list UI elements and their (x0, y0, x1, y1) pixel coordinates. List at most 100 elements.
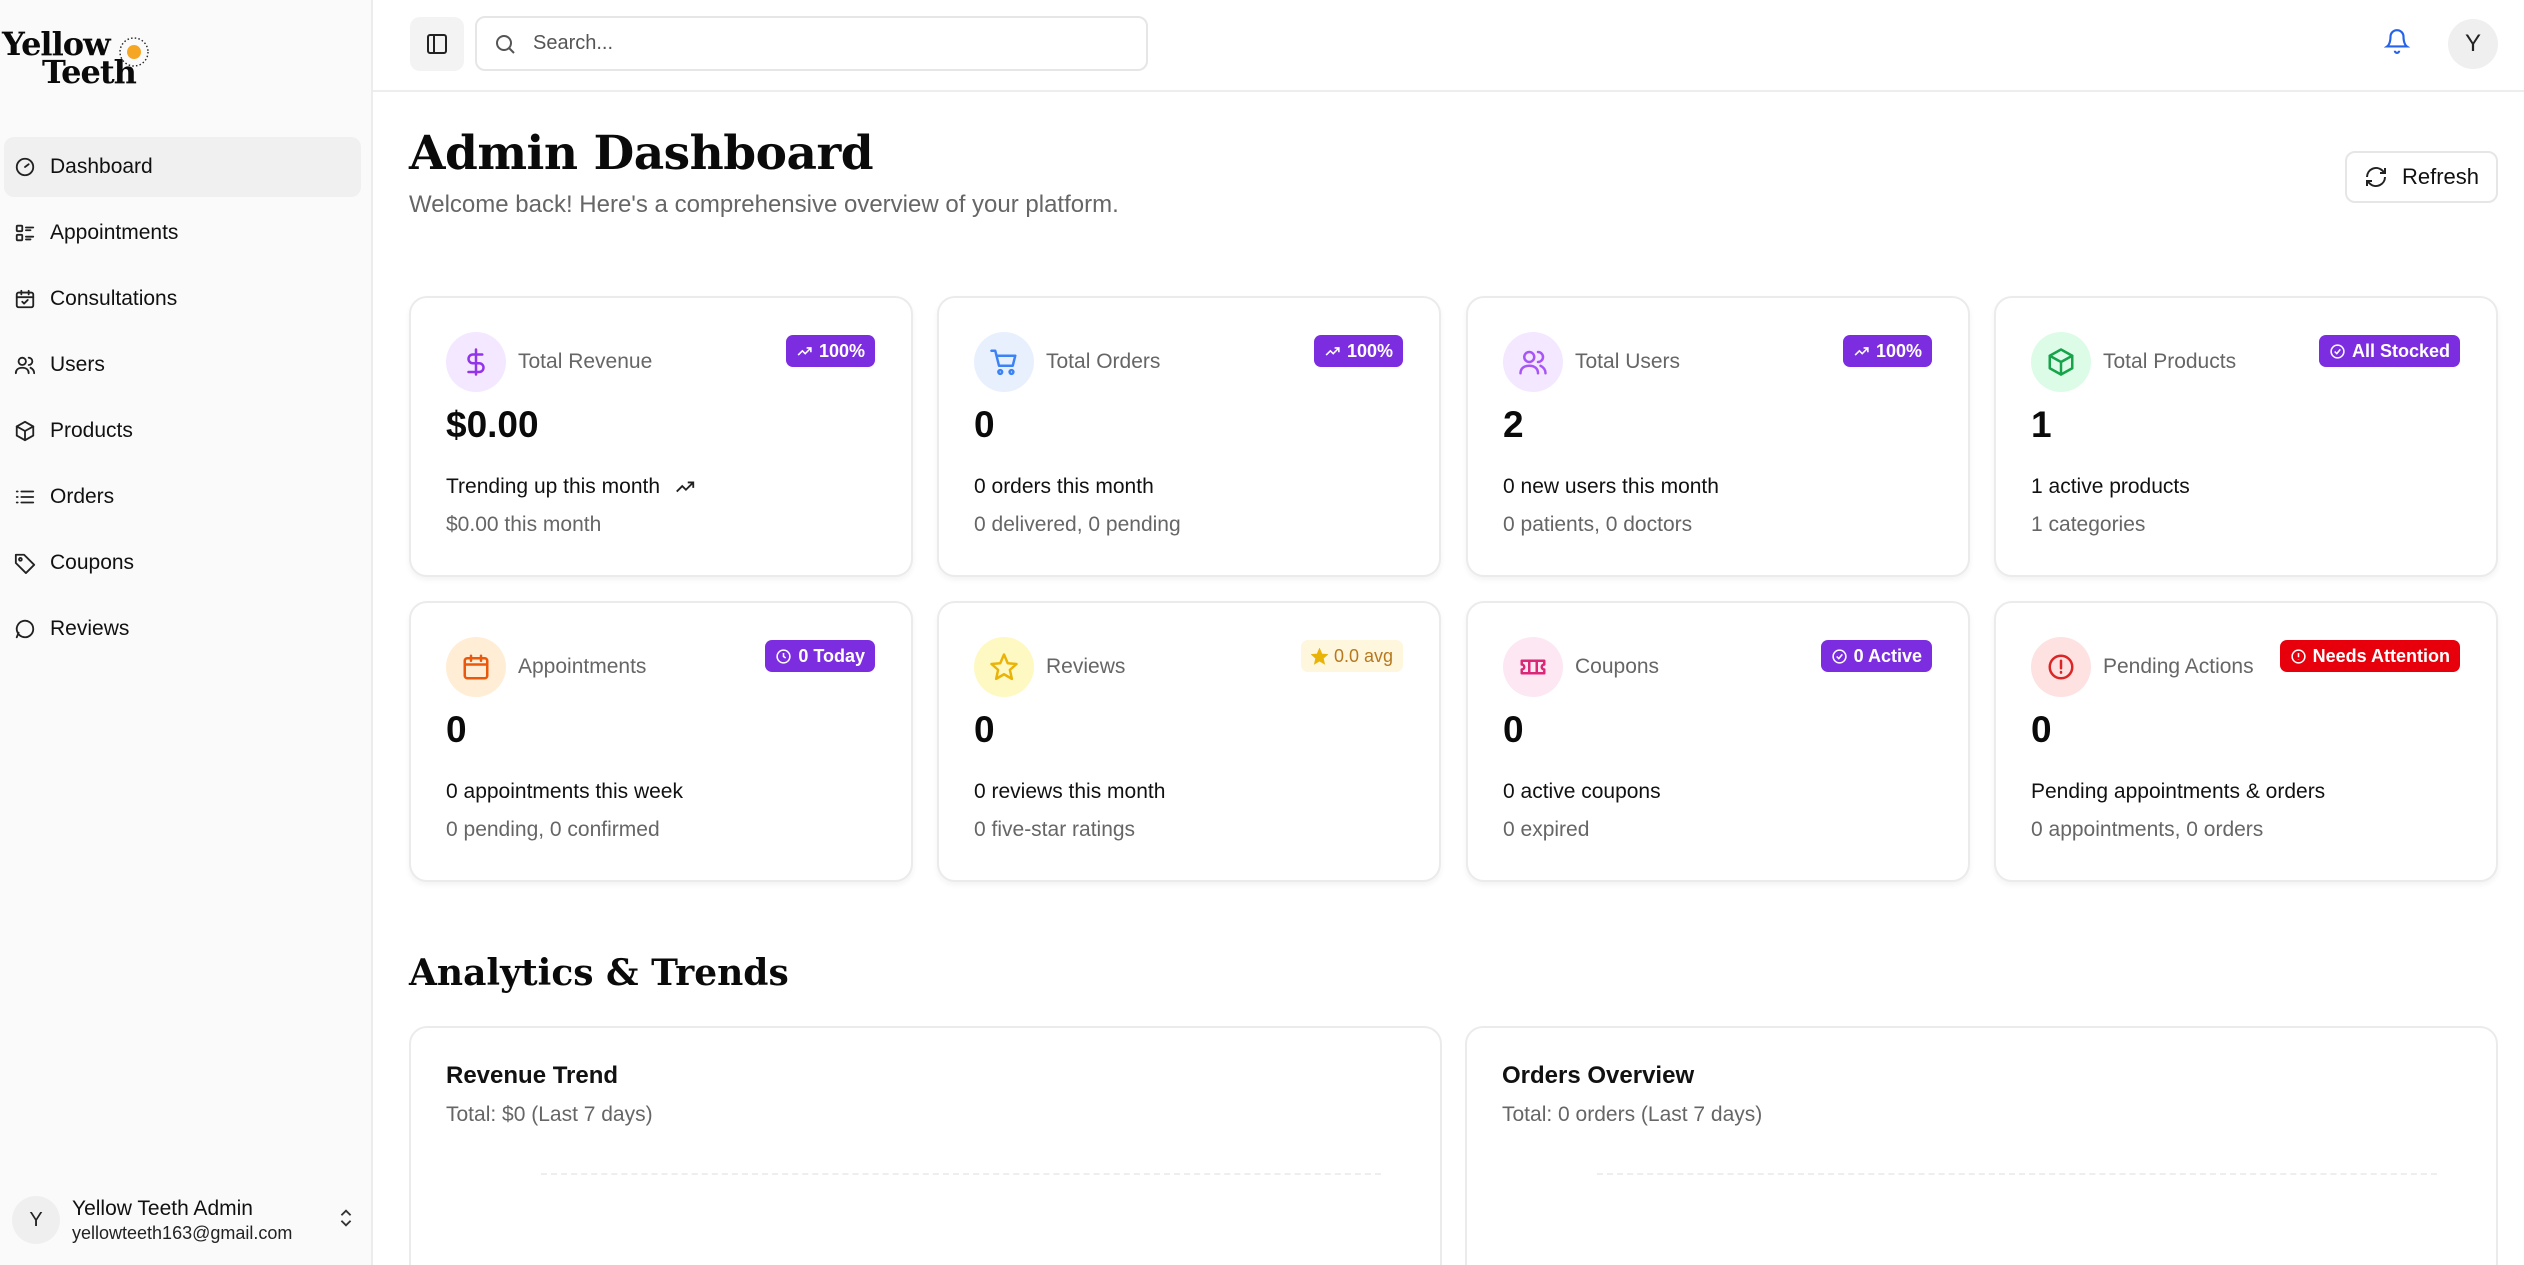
sidebar-item-users[interactable]: Users (4, 335, 361, 395)
brand-logo[interactable]: Yellow Teeth (2, 26, 152, 92)
page-title: Admin Dashboard (409, 126, 874, 181)
panel-subtitle: Total: $0 (Last 7 days) (446, 1103, 653, 1126)
card-secondary-text: 0 expired (1503, 818, 1590, 841)
message-circle-icon (15, 619, 35, 639)
sidebar-item-label: Dashboard (50, 155, 153, 178)
sun-icon (119, 37, 149, 67)
alert-circle-icon (2291, 648, 2306, 664)
star-icon (1310, 647, 1328, 665)
card-icon-wrap (446, 332, 506, 392)
status-badge: 0.0 avg (1300, 640, 1403, 672)
users-icon (14, 356, 36, 375)
card-value: 0 (974, 709, 995, 750)
avatar: Y (12, 1196, 60, 1244)
card-icon-wrap (974, 332, 1034, 392)
revenue-trend-panel: Revenue Trend Total: $0 (Last 7 days) (409, 1026, 1442, 1265)
check-circle-icon (1831, 648, 1847, 664)
sidebar-item-label: Orders (50, 485, 115, 508)
card-primary-label: 0 appointments this week (446, 780, 683, 803)
clock-icon (776, 648, 791, 664)
trending-up-icon (797, 346, 812, 356)
card-primary-text: Pending appointments & orders (2031, 780, 2325, 804)
card-value: 2 (1503, 404, 1524, 445)
sidebar-item-consultations[interactable]: Consultations (4, 269, 361, 329)
card-label: Total Products (2103, 350, 2237, 373)
search-icon (496, 34, 515, 54)
card-primary-text: 1 active products (2031, 475, 2190, 499)
alert-circle-icon (2048, 654, 2074, 680)
card-icon-wrap (2031, 332, 2091, 392)
sidebar-nav: Dashboard Appointments Consultations Use… (0, 137, 373, 665)
stat-card-total-orders: Total Orders 100% 0 0 orders this month … (937, 296, 1441, 577)
bell-icon (2383, 29, 2411, 54)
panel-title: Orders Overview (1502, 1062, 1695, 1089)
chevrons-up-down-icon (335, 1207, 357, 1234)
star-icon (990, 653, 1018, 681)
card-label: Total Revenue (518, 350, 653, 373)
status-badge: 0 Today (765, 640, 875, 672)
panel-title: Revenue Trend (446, 1062, 619, 1089)
status-badge: 100% (785, 335, 875, 367)
card-secondary-text: $0.00 this month (446, 513, 602, 536)
badge-label: 0 Today (798, 645, 865, 666)
status-badge: All Stocked (2318, 335, 2460, 367)
card-value: 0 (1503, 709, 1524, 750)
user-info: Yellow Teeth Admin yellowteeth163@gmail.… (72, 1196, 335, 1244)
card-secondary-text: 0 patients, 0 doctors (1503, 513, 1693, 536)
user-email: yellowteeth163@gmail.com (72, 1223, 293, 1243)
avatar[interactable]: Y (2448, 19, 2498, 69)
badge-label: 100% (1346, 340, 1393, 361)
refresh-button[interactable]: Refresh (2345, 151, 2498, 203)
card-value: 0 (446, 709, 467, 750)
trending-up-icon (1325, 346, 1340, 356)
card-primary-text: 0 orders this month (974, 475, 1154, 499)
card-icon-wrap (974, 637, 1034, 697)
card-value: 0 (974, 404, 995, 445)
users-icon (1519, 350, 1547, 375)
check-circle-icon (2330, 343, 2345, 359)
badge-label: 0 Active (1853, 645, 1922, 666)
card-secondary-text: 0 pending, 0 confirmed (446, 818, 660, 841)
search-input[interactable] (533, 32, 1093, 55)
cart-icon (990, 349, 1017, 376)
card-primary-text: 0 reviews this month (974, 780, 1165, 804)
stat-card-coupons: Coupons 0 Active 0 0 active coupons 0 ex… (1466, 601, 1970, 882)
chart-gridline (1597, 1173, 2437, 1175)
sidebar-toggle-button[interactable] (410, 17, 464, 71)
sidebar-item-products[interactable]: Products (4, 401, 361, 461)
sidebar-item-label: Appointments (50, 221, 179, 244)
user-name: Yellow Teeth Admin (72, 1197, 253, 1220)
card-value: 0 (2031, 709, 2052, 750)
status-badge: 0 Active (1820, 640, 1932, 672)
sidebar-item-reviews[interactable]: Reviews (4, 599, 361, 659)
badge-label: 0.0 avg (1333, 645, 1393, 666)
sidebar-item-orders[interactable]: Orders (4, 467, 361, 527)
search-box[interactable] (475, 16, 1148, 71)
stat-card-total-products: Total Products All Stocked 1 1 active pr… (1994, 296, 2498, 577)
refresh-label: Refresh (2401, 164, 2480, 189)
card-primary-text: 0 appointments this week (446, 780, 683, 804)
calendar-icon (15, 289, 35, 309)
card-icon-wrap (446, 637, 506, 697)
orders-overview-panel: Orders Overview Total: 0 orders (Last 7 … (1465, 1026, 2498, 1265)
card-primary-text: 0 active coupons (1503, 780, 1661, 804)
card-label: Coupons (1575, 655, 1660, 678)
card-primary-text: Trending up this month (446, 475, 696, 499)
sidebar-item-coupons[interactable]: Coupons (4, 533, 361, 593)
stat-card-total-revenue: Total Revenue 100% $0.00 Trending up thi… (409, 296, 913, 577)
dollar-icon (467, 348, 485, 376)
sidebar-item-label: Consultations (50, 287, 178, 310)
package-icon (15, 420, 35, 442)
card-secondary-text: 0 five-star ratings (974, 818, 1136, 841)
notifications-button[interactable] (2383, 28, 2414, 58)
card-label: Total Orders (1046, 350, 1161, 373)
card-secondary-text: 0 appointments, 0 orders (2031, 818, 2264, 841)
user-menu[interactable]: Y Yellow Teeth Admin yellowteeth163@gmai… (12, 1190, 357, 1250)
tag-icon (14, 553, 36, 574)
card-label: Pending Actions (2103, 655, 2254, 678)
card-icon-wrap (2031, 637, 2091, 697)
sidebar-item-dashboard[interactable]: Dashboard (4, 137, 361, 197)
sidebar-item-appointments[interactable]: Appointments (4, 203, 361, 263)
badge-label: 100% (1875, 340, 1922, 361)
panel-subtitle: Total: 0 orders (Last 7 days) (1502, 1103, 1763, 1126)
